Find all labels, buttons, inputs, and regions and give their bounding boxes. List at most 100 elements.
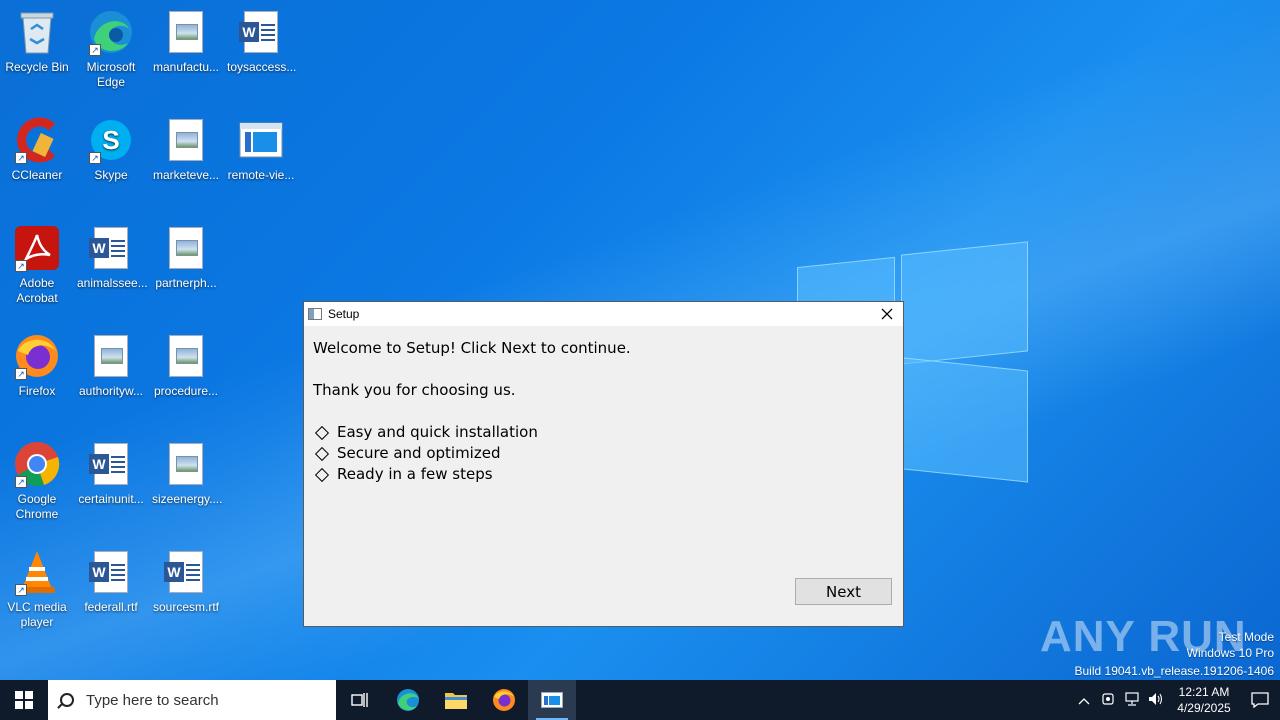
taskbar-search-box[interactable]: Type here to search [48,680,336,720]
feature-text: Secure and optimized [337,444,501,462]
firefox-icon: ↗ [13,332,61,380]
search-icon [60,693,74,707]
feature-bullet: Easy and quick installation [313,422,894,443]
diamond-icon [314,446,330,461]
skype-icon: S ↗ [87,116,135,164]
desktop-icon-file[interactable]: authorityw... [75,332,147,399]
word-doc-icon: W [87,440,135,488]
setup-app-icon [541,692,563,708]
firefox-icon [493,689,515,711]
shortcut-arrow-icon: ↗ [15,476,27,488]
chrome-icon: ↗ [13,440,61,488]
dialog-title: Setup [328,307,360,321]
desktop-icon-file[interactable]: procedure... [150,332,222,399]
desktop-icon-label: marketeve... [152,168,220,182]
desktop-icon-label: Skype [94,168,128,182]
word-doc-icon: W [162,548,210,596]
desktop-icon-file[interactable]: W certainunit... [75,440,147,507]
device-icon[interactable] [1096,692,1120,709]
desktop-icon-google-chrome[interactable]: ↗ Google Chrome [1,440,73,522]
desktop-icon-file[interactable]: manufactu... [150,8,222,75]
system-tray: 12:21 AM 4/29/2025 [1072,680,1280,720]
start-button[interactable] [0,680,48,720]
network-icon[interactable] [1120,691,1144,709]
shortcut-arrow-icon: ↗ [15,368,27,380]
taskbar-clock[interactable]: 12:21 AM 4/29/2025 [1168,684,1240,716]
desktop-icon-file[interactable]: W sourcesm.rtf [150,548,222,615]
desktop-icon-file[interactable]: marketeve... [150,116,222,183]
feature-text: Easy and quick installation [337,423,538,441]
desktop-icon-ccleaner[interactable]: ↗ CCleaner [1,116,73,183]
desktop-icon-file[interactable]: partnerph... [150,224,222,291]
edge-icon: ↗ [87,8,135,56]
image-file-icon [87,332,135,380]
image-file-icon [162,332,210,380]
desktop-icon-label: federall.rtf [84,600,138,614]
desktop-icon-microsoft-edge[interactable]: ↗ Microsoft Edge [75,8,147,90]
edge-icon [397,689,419,711]
desktop-icon-label: remote-vie... [227,168,295,182]
folder-icon [445,693,467,709]
desktop-icon-label: certainunit... [78,492,144,506]
desktop-icon-label: authorityw... [78,384,144,398]
welcome-text: Welcome to Setup! Click Next to continue… [313,339,631,357]
desktop-icon-recycle-bin[interactable]: Recycle Bin [1,8,73,75]
desktop-icon-label: Firefox [18,384,56,398]
build-text: Build 19041.vb_release.191206-1406 [1074,664,1275,678]
shortcut-arrow-icon: ↗ [15,584,27,596]
windows-logo-icon [15,691,33,709]
setup-dialog: Setup Welcome to Setup! Click Next to co… [303,301,904,627]
vlc-icon: ↗ [13,548,61,596]
taskbar-edge-button[interactable] [384,680,432,720]
volume-icon[interactable] [1144,692,1168,709]
task-view-button[interactable] [336,680,384,720]
desktop-icon-label: animalssee... [77,276,148,290]
desktop-icon-file[interactable]: remote-vie... [225,116,297,183]
feature-bullet: Secure and optimized [313,443,894,464]
desktop-icon-label: Microsoft Edge [86,60,136,89]
search-placeholder: Type here to search [86,691,219,709]
clock-date: 4/29/2025 [1177,701,1231,715]
thanks-text: Thank you for choosing us. [313,381,516,399]
next-button[interactable]: Next [795,578,892,605]
word-doc-icon: W [87,548,135,596]
desktop-icon-file[interactable]: W federall.rtf [75,548,147,615]
shortcut-arrow-icon: ↗ [89,44,101,56]
desktop-icon-label: partnerph... [155,276,217,290]
dialog-titlebar[interactable]: Setup [304,302,903,326]
taskbar-firefox-button[interactable] [480,680,528,720]
task-view-icon [351,693,368,707]
setup-app-icon [308,308,322,320]
desktop-icon-label: Recycle Bin [5,60,69,74]
dialog-body: Welcome to Setup! Click Next to continue… [304,326,903,497]
feature-bullet: Ready in a few steps [313,464,894,485]
desktop-icon-adobe-acrobat[interactable]: ↗ Adobe Acrobat [1,224,73,306]
chevron-up-icon[interactable] [1072,693,1096,708]
shortcut-arrow-icon: ↗ [89,152,101,164]
desktop-icon-vlc[interactable]: ↗ VLC media player [1,548,73,630]
windows-edition-text: Windows 10 Pro [1186,646,1274,660]
desktop-icon-firefox[interactable]: ↗ Firefox [1,332,73,399]
desktop-icon-label: Adobe Acrobat [16,276,58,305]
windows-logo-pane [903,357,1028,483]
desktop-icon-label: VLC media player [7,600,67,629]
clock-time: 12:21 AM [1178,685,1230,699]
shortcut-arrow-icon: ↗ [15,152,27,164]
window-file-icon [237,116,285,164]
taskbar-setup-button[interactable] [528,680,576,720]
desktop-icon-label: manufactu... [152,60,220,74]
word-doc-icon: W [237,8,285,56]
desktop-icon-skype[interactable]: S ↗ Skype [75,116,147,183]
taskbar-file-explorer-button[interactable] [432,680,480,720]
windows-logo-pane [901,241,1028,365]
desktop-icon-file[interactable]: sizeenergy.... [150,440,222,507]
word-doc-icon: W [87,224,135,272]
image-file-icon [162,440,210,488]
shortcut-arrow-icon: ↗ [15,260,27,272]
acrobat-icon: ↗ [13,224,61,272]
desktop-icon-file[interactable]: W animalssee... [75,224,148,291]
desktop-icon-file[interactable]: W toysaccess... [225,8,297,75]
close-button[interactable] [871,302,903,326]
action-center-button[interactable] [1240,680,1280,720]
test-mode-text: Test Mode [1218,630,1274,644]
